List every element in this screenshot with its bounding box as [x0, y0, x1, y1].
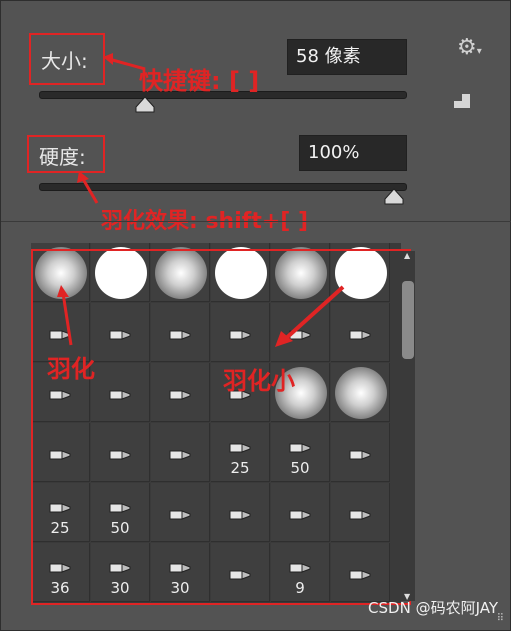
gear-icon[interactable]: ⚙▾ [457, 35, 482, 60]
annotation-arrow [275, 285, 345, 347]
feather-effect-annotation: 羽化效果: shift+[ ] [101, 209, 309, 234]
annotation-arrow [57, 285, 73, 346]
new-preset-icon[interactable] [454, 94, 472, 110]
feather-annotation: 羽化 [47, 355, 95, 383]
feather-small-annotation: 羽化小 [223, 367, 295, 395]
hardness-value-field[interactable]: 100% [299, 135, 407, 171]
scrollbar-thumb[interactable] [402, 281, 414, 359]
brush-grid-scrollbar[interactable]: ▲ ▼ [401, 251, 415, 601]
annotation-arrow [103, 53, 146, 71]
annotation-arrow [77, 171, 99, 204]
resize-grip-icon[interactable]: ⠿ [497, 613, 504, 624]
size-label: 大小: [41, 49, 88, 73]
hardness-label: 硬度: [39, 145, 86, 169]
size-value-field[interactable]: 58 像素 [287, 39, 407, 75]
brush-preset-panel: 大小: 58 像素 ⚙▾ 快捷键: [ ] 硬度: 100% 羽化效果: shi… [0, 0, 511, 631]
hardness-slider-thumb[interactable] [384, 187, 404, 205]
watermark: CSDN @码农阿JAY [368, 599, 498, 617]
scroll-up-arrow-icon[interactable]: ▲ [404, 251, 410, 260]
shortcut-annotation: 快捷键: [ ] [139, 67, 260, 95]
section-divider [1, 221, 511, 222]
size-slider-thumb[interactable] [135, 95, 155, 113]
brush-grid-highlight [31, 249, 411, 605]
